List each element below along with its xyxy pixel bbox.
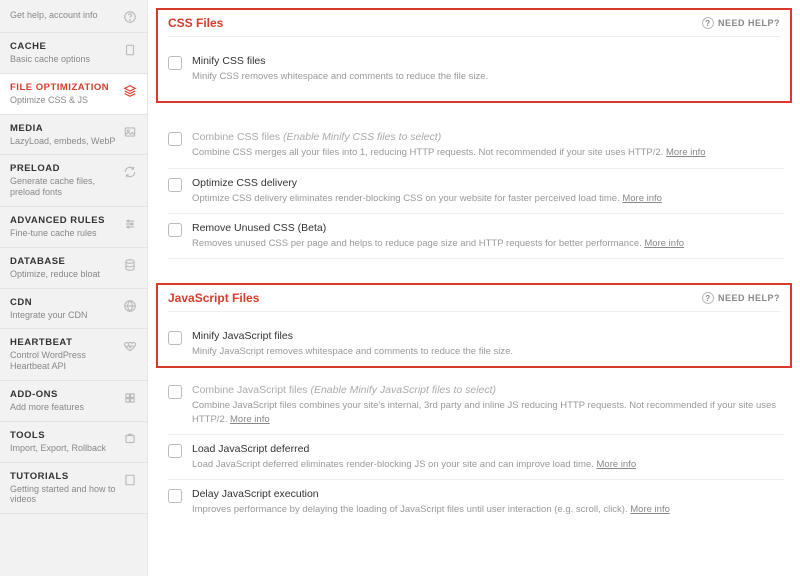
sidebar-item-sub: Integrate your CDN (10, 310, 117, 321)
sidebar-item-sub: Generate cache files, preload fonts (10, 176, 117, 198)
option-title: Minify CSS files (192, 55, 780, 67)
sidebar-item-sub: Add more features (10, 402, 117, 413)
option-desc: Minify JavaScript removes whitespace and… (192, 345, 780, 358)
need-help-link[interactable]: ? NEED HELP? (702, 292, 780, 304)
sidebar-item-heartbeat[interactable]: HEARTBEAT Control WordPress Heartbeat AP… (0, 329, 147, 381)
sidebar-item-title: CDN (10, 297, 117, 308)
sidebar-item-sub: Optimize, reduce bloat (10, 269, 117, 280)
more-info-link[interactable]: More info (644, 238, 684, 249)
image-icon (123, 125, 137, 139)
option-minify-js: Minify JavaScript files Minify JavaScrip… (168, 322, 780, 366)
sidebar-item-sub: Fine-tune cache rules (10, 228, 117, 239)
sidebar-item-sub: Import, Export, Rollback (10, 443, 117, 454)
sidebar-item-title: ADD-ONS (10, 389, 117, 400)
option-combine-js: Combine JavaScript files (Enable Minify … (168, 376, 784, 435)
sidebar-item-title: PRELOAD (10, 163, 117, 174)
sidebar-item-sub: Get help, account info (10, 10, 117, 21)
need-help-link[interactable]: ? NEED HELP? (702, 17, 780, 29)
addon-icon (123, 391, 137, 405)
heart-icon (123, 339, 137, 353)
sliders-icon (123, 217, 137, 231)
sidebar-item-preload[interactable]: PRELOAD Generate cache files, preload fo… (0, 155, 147, 207)
checkbox-minify-js[interactable] (168, 331, 182, 345)
option-desc: Combine JavaScript files combines your s… (192, 399, 784, 426)
sidebar-item-cache[interactable]: CACHE Basic cache options (0, 33, 147, 74)
sidebar-item-tools[interactable]: TOOLS Import, Export, Rollback (0, 422, 147, 463)
question-icon: ? (702, 17, 714, 29)
option-desc: Improves performance by delaying the loa… (192, 503, 784, 516)
option-title: Minify JavaScript files (192, 330, 780, 342)
option-title: Combine JavaScript files (Enable Minify … (192, 384, 784, 396)
sidebar-item-advanced-rules[interactable]: ADVANCED RULES Fine-tune cache rules (0, 207, 147, 248)
checkbox-combine-js[interactable] (168, 385, 182, 399)
option-desc: Removes unused CSS per page and helps to… (192, 237, 784, 250)
sidebar-item-file-optimization[interactable]: FILE OPTIMIZATION Optimize CSS & JS (0, 74, 147, 115)
sidebar-item-media[interactable]: MEDIA LazyLoad, embeds, WebP (0, 115, 147, 156)
sidebar-item-sub: Basic cache options (10, 54, 117, 65)
sidebar-item-sub: Control WordPress Heartbeat API (10, 350, 117, 372)
sidebar-item-title: TUTORIALS (10, 471, 117, 482)
option-title: Load JavaScript deferred (192, 443, 784, 455)
checkbox-load-js-deferred[interactable] (168, 444, 182, 458)
option-desc: Minify CSS removes whitespace and commen… (192, 70, 780, 83)
sidebar-item-cdn[interactable]: CDN Integrate your CDN (0, 289, 147, 330)
file-icon (123, 43, 137, 57)
sidebar-item-tutorials[interactable]: TUTORIALS Getting started and how to vid… (0, 463, 147, 515)
more-info-link[interactable]: More info (666, 147, 706, 158)
refresh-icon (123, 165, 137, 179)
main-content: CSS Files ? NEED HELP? Minify CSS files … (148, 0, 800, 576)
database-icon (123, 258, 137, 272)
js-section-title: JavaScript Files (168, 291, 259, 305)
option-title: Remove Unused CSS (Beta) (192, 222, 784, 234)
checkbox-remove-unused-css[interactable] (168, 223, 182, 237)
book-icon (123, 473, 137, 487)
sidebar-item-sub: LazyLoad, embeds, WebP (10, 136, 117, 147)
option-desc: Combine CSS merges all your files into 1… (192, 146, 784, 159)
checkbox-combine-css[interactable] (168, 132, 182, 146)
css-section-highlight: CSS Files ? NEED HELP? Minify CSS files … (156, 8, 792, 103)
sidebar: Get help, account info CACHE Basic cache… (0, 0, 148, 576)
option-optimize-css-delivery: Optimize CSS delivery Optimize CSS deliv… (168, 169, 784, 214)
option-combine-css: Combine CSS files (Enable Minify CSS fil… (168, 123, 784, 168)
more-info-link[interactable]: More info (630, 504, 670, 515)
sidebar-item-sub: Optimize CSS & JS (10, 95, 117, 106)
sidebar-item-title: HEARTBEAT (10, 337, 117, 348)
option-title: Delay JavaScript execution (192, 488, 784, 500)
more-info-link[interactable]: More info (597, 459, 637, 470)
option-remove-unused-css: Remove Unused CSS (Beta) Removes unused … (168, 214, 784, 259)
globe-icon (123, 299, 137, 313)
sidebar-item-title: ADVANCED RULES (10, 215, 117, 226)
question-icon: ? (702, 292, 714, 304)
option-desc: Load JavaScript deferred eliminates rend… (192, 458, 784, 471)
more-info-link[interactable]: More info (622, 193, 662, 204)
option-title: Optimize CSS delivery (192, 177, 784, 189)
option-minify-css: Minify CSS files Minify CSS removes whit… (168, 47, 780, 91)
js-section-highlight: JavaScript Files ? NEED HELP? Minify Jav… (156, 283, 792, 368)
sidebar-item-title: MEDIA (10, 123, 117, 134)
checkbox-optimize-css-delivery[interactable] (168, 178, 182, 192)
option-load-js-deferred: Load JavaScript deferred Load JavaScript… (168, 435, 784, 480)
sidebar-item-title: DATABASE (10, 256, 117, 267)
more-info-link[interactable]: More info (230, 414, 270, 425)
option-title: Combine CSS files (Enable Minify CSS fil… (192, 131, 784, 143)
option-delay-js: Delay JavaScript execution Improves perf… (168, 480, 784, 524)
sidebar-item-title: TOOLS (10, 430, 117, 441)
sidebar-item-sub: Getting started and how to videos (10, 484, 117, 506)
sidebar-item-title: FILE OPTIMIZATION (10, 82, 117, 93)
sidebar-item-addons[interactable]: ADD-ONS Add more features (0, 381, 147, 422)
checkbox-minify-css[interactable] (168, 56, 182, 70)
sidebar-item-dashboard[interactable]: Get help, account info (0, 0, 147, 33)
question-icon (123, 10, 137, 24)
sidebar-item-title: CACHE (10, 41, 117, 52)
checkbox-delay-js[interactable] (168, 489, 182, 503)
sidebar-item-database[interactable]: DATABASE Optimize, reduce bloat (0, 248, 147, 289)
css-section-title: CSS Files (168, 16, 223, 30)
tools-icon (123, 432, 137, 446)
layers-icon (123, 84, 137, 98)
option-desc: Optimize CSS delivery eliminates render-… (192, 192, 784, 205)
